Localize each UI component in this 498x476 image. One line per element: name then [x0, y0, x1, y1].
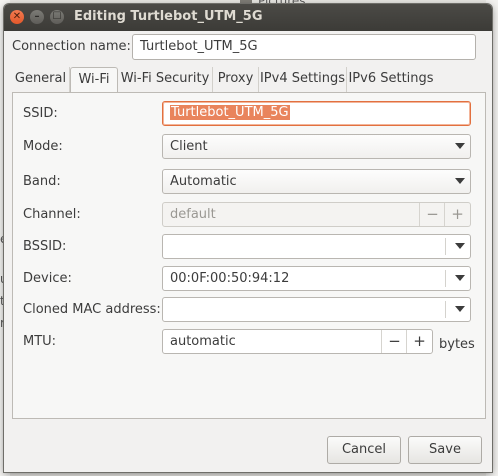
mode-label: Mode: — [23, 139, 63, 154]
combo-separator — [445, 301, 446, 318]
channel-decrement-button: − — [419, 203, 445, 226]
ssid-value: Turtlebot_UTM_5G — [170, 105, 290, 120]
combo-separator — [445, 270, 446, 287]
minimize-icon[interactable]: – — [30, 10, 44, 24]
cloned-mac-combo[interactable] — [162, 297, 471, 322]
chevron-down-icon — [455, 178, 465, 184]
tab-general[interactable]: General — [12, 67, 70, 92]
channel-spinner: default − + — [162, 202, 471, 227]
combo-separator — [445, 238, 446, 255]
channel-value: default — [170, 207, 216, 222]
mtu-unit-label: bytes — [439, 337, 475, 352]
channel-label: Channel: — [23, 207, 81, 222]
tab-proxy[interactable]: Proxy — [213, 67, 259, 92]
band-dropdown[interactable]: Automatic — [162, 169, 471, 194]
maximize-icon[interactable]: ☐ — [50, 10, 64, 24]
chevron-down-icon[interactable] — [455, 306, 465, 312]
close-icon[interactable]: ✕ — [10, 10, 24, 24]
connection-name-label: Connection name: — [12, 39, 131, 54]
ssid-label: SSID: — [23, 106, 58, 121]
mtu-decrement-button[interactable]: − — [381, 330, 407, 353]
bssid-label: BSSID: — [23, 239, 67, 254]
channel-increment-button: + — [444, 203, 470, 226]
edit-connection-dialog: ✕ – ☐ Editing Turtlebot_UTM_5G Connectio… — [4, 4, 492, 472]
mtu-label: MTU: — [23, 334, 57, 349]
device-combo[interactable]: 00:0F:00:50:94:12 — [162, 266, 471, 291]
connection-name-input[interactable]: Turtlebot_UTM_5G — [132, 34, 476, 60]
tab-wifi[interactable]: Wi-Fi — [70, 67, 118, 93]
chevron-down-icon[interactable] — [455, 275, 465, 281]
tab-ipv4-settings[interactable]: IPv4 Settings — [259, 67, 347, 92]
save-button[interactable]: Save — [408, 436, 482, 464]
mtu-value: automatic — [170, 334, 236, 349]
cloned-mac-label: Cloned MAC address: — [23, 302, 161, 317]
tab-ipv6-settings[interactable]: IPv6 Settings — [347, 67, 435, 92]
chevron-down-icon[interactable] — [455, 243, 465, 249]
window-title: Editing Turtlebot_UTM_5G — [74, 9, 263, 24]
chevron-down-icon — [455, 143, 465, 149]
tab-wifi-security[interactable]: Wi-Fi Security — [118, 67, 213, 92]
device-label: Device: — [23, 271, 72, 286]
ssid-input[interactable]: Turtlebot_UTM_5G — [162, 101, 471, 126]
band-label: Band: — [23, 174, 61, 189]
bssid-combo[interactable] — [162, 234, 471, 259]
title-bar[interactable]: ✕ – ☐ Editing Turtlebot_UTM_5G — [4, 4, 492, 31]
mode-dropdown[interactable]: Client — [162, 134, 471, 159]
mtu-spinner[interactable]: automatic − + — [162, 329, 433, 354]
mode-value: Client — [170, 139, 208, 154]
cancel-button[interactable]: Cancel — [327, 436, 401, 464]
band-value: Automatic — [170, 174, 237, 189]
device-value: 00:0F:00:50:94:12 — [170, 271, 290, 286]
mtu-increment-button[interactable]: + — [406, 330, 432, 353]
